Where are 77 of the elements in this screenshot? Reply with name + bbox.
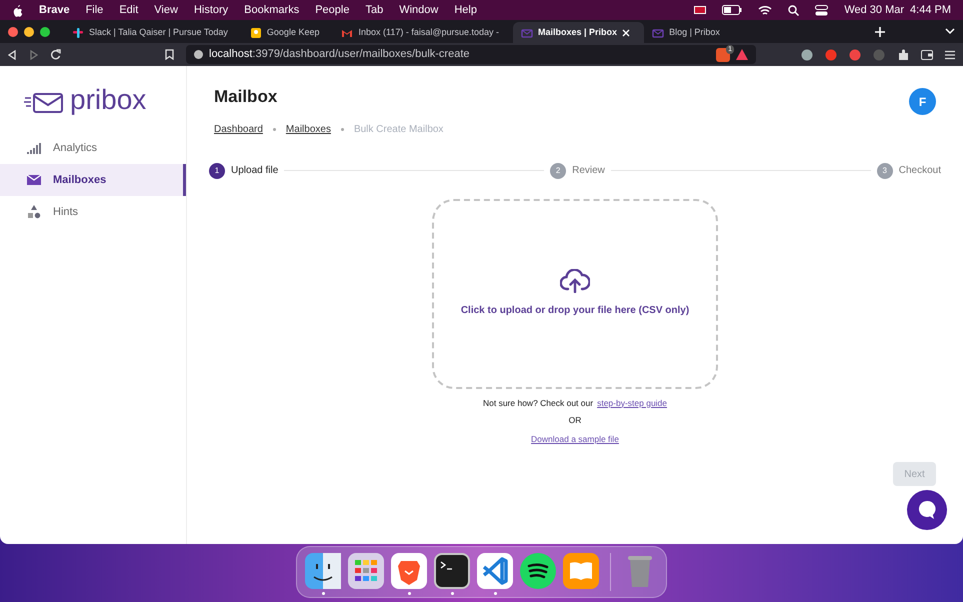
logo-text: pribox [70,86,146,114]
breadcrumb-separator [340,128,344,130]
control-center-icon[interactable] [815,4,828,16]
extension-icon[interactable] [825,48,837,60]
upload-dropzone[interactable]: Click to upload or drop your file here (CSV only) [432,198,718,388]
breadcrumb-link[interactable]: Dashboard [214,122,263,136]
envelope-logo-icon [24,90,64,116]
battery-icon[interactable] [722,5,742,15]
cloud-upload-icon [560,269,590,293]
new-tab-icon[interactable] [875,27,885,37]
menu-item[interactable]: Bookmarks [244,2,300,18]
envelope-icon [652,26,664,38]
browser-tab[interactable]: Google Keep [242,22,334,43]
search-icon[interactable] [788,4,800,16]
menu-item[interactable]: Window [399,2,438,18]
avatar[interactable]: F [909,88,936,115]
menu-icon[interactable] [945,50,955,60]
breadcrumb-link[interactable]: Mailboxes [286,122,331,136]
apple-logo-icon [12,4,23,16]
envelope-icon [27,173,41,187]
download-sample-link[interactable]: Download a sample file [531,433,619,446]
wifi-icon[interactable] [758,4,772,16]
info-icon [194,50,203,59]
breadcrumb-current: Bulk Create Mailbox [354,122,444,136]
step-label: Checkout [898,164,941,178]
bookmark-icon[interactable] [165,49,174,60]
or-divider-text: OR [568,414,582,427]
sidebar-item[interactable]: Hints [0,196,186,228]
code-editor-icon[interactable] [477,553,513,589]
menu-item[interactable]: Tab [365,2,384,18]
help-text: Not sure how? Check out our [482,396,594,410]
finder-icon[interactable] [305,553,341,589]
upload-instruction: Click to upload or drop your file here (CSV only) [460,304,690,318]
menu-item[interactable]: People [315,2,350,18]
menu-item[interactable]: View [154,2,178,18]
extension-icon[interactable] [849,48,861,60]
hash-logo-icon [72,26,84,38]
breadcrumb-separator [272,128,276,130]
menu-item[interactable]: Help [454,2,477,18]
bar-chart-icon [27,141,41,155]
browser-tab[interactable]: Blog | Pribox [644,22,734,43]
browser-tab[interactable]: Inbox (117) - faisal@pursue.today - [333,22,514,43]
rewards-triangle-icon[interactable] [736,49,748,60]
guide-link[interactable]: step-by-step guide [597,396,668,410]
sidebar-item[interactable]: Mailboxes [0,164,186,196]
menu-time: 4:44 PM [910,2,951,18]
chevron-down-icon[interactable] [945,28,955,35]
open-book-icon[interactable] [563,553,599,589]
chat-bubble-icon [917,500,937,520]
back-icon[interactable] [8,50,17,60]
sound-waves-icon[interactable] [520,553,556,589]
chat-button[interactable] [907,490,947,530]
step-label: Review [572,164,605,178]
menu-item[interactable]: Edit [119,2,138,18]
forward-icon[interactable] [29,50,38,60]
step-label: Upload file [231,164,278,178]
note-icon [250,26,262,38]
menu-item[interactable]: History [194,2,228,18]
page-title: Mailbox [214,86,278,108]
browser-tab[interactable]: Mailboxes | Pribox [513,22,644,43]
wallet-icon[interactable] [921,49,933,60]
app-grid-icon[interactable] [348,553,384,589]
url-text: localhost:3979/dashboard/user/mailboxes/bulk-create [209,47,470,62]
menu-date: Wed 30 Mar [844,2,904,18]
step-number: 1 [209,162,225,178]
menu-item[interactable]: File [86,2,104,18]
envelope-icon [521,26,534,38]
flag-icon[interactable] [694,6,706,14]
sidebar-item[interactable]: Analytics [0,132,186,164]
step-number: 3 [876,162,893,178]
close-icon[interactable] [622,28,630,36]
shapes-icon [27,205,41,219]
terminal-icon[interactable] [434,553,470,589]
browser-tab[interactable]: Slack | Talia Qaiser | Pursue Today [64,22,242,43]
menu-app-name[interactable]: Brave [39,2,70,18]
reload-icon[interactable] [50,49,61,60]
step-number: 2 [550,162,566,178]
